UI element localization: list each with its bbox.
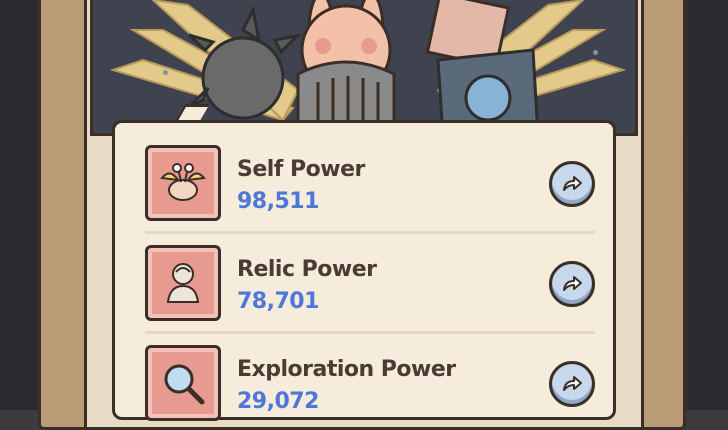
power-value: 29,072 [237,389,319,414]
power-row-exploration: Exploration Power 29,072 [145,345,595,429]
hero-scene [90,0,638,136]
power-row-self: Self Power 98,511 [145,145,595,229]
power-value: 78,701 [237,289,319,314]
goto-exploration-power-button[interactable] [549,361,595,407]
power-label: Exploration Power [237,357,456,382]
arrow-forward-icon [563,376,582,391]
statue-bust-icon [166,263,200,303]
power-label: Self Power [237,157,365,182]
right-backdrop [688,0,728,410]
power-icon-tile [145,245,221,321]
power-value: 98,511 [237,189,319,214]
power-panel: Self Power 98,511 Relic Power 78,701 Exp… [112,120,616,421]
row-divider [145,331,595,334]
arrow-forward-icon [563,176,582,191]
row-divider [145,231,595,234]
hero-illustration [109,0,627,133]
winged-snail-icon [160,163,206,201]
power-label: Relic Power [237,257,377,282]
sparkle-icon [593,50,598,55]
power-icon-tile [145,145,221,221]
sparkle-icon [163,70,168,75]
left-backdrop [0,0,40,410]
arrow-forward-icon [563,276,582,291]
magnifier-icon [164,364,205,405]
goto-relic-power-button[interactable] [549,261,595,307]
goto-self-power-button[interactable] [549,161,595,207]
power-row-relic: Relic Power 78,701 [145,245,595,329]
